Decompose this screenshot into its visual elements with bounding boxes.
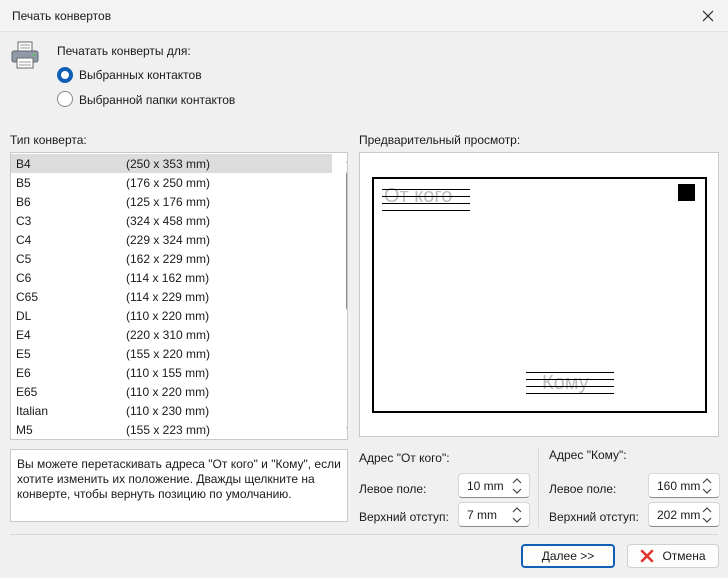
- radio-contacts-folder-indicator[interactable]: [57, 91, 73, 107]
- spin-arrows-icon[interactable]: [511, 477, 523, 495]
- from-left-value: 10 mm: [467, 479, 504, 493]
- list-item[interactable]: C4 (229 x 324 mm): [11, 230, 332, 249]
- scroll-down-icon[interactable]: [346, 427, 348, 433]
- from-left-label: Левое поле:: [359, 482, 427, 496]
- list-item[interactable]: E5 (155 x 220 mm): [11, 344, 332, 363]
- spin-arrows-icon[interactable]: [511, 506, 523, 524]
- window-title: Печать конвертов: [12, 9, 112, 23]
- from-left-stepper[interactable]: 10 mm: [458, 473, 530, 498]
- next-button-label: Далее >>: [541, 549, 595, 563]
- list-scrollbar[interactable]: [342, 153, 348, 439]
- print-for-label: Печатать конверты для:: [57, 44, 191, 58]
- preview-label: Предварительный просмотр:: [359, 133, 521, 147]
- radio-contacts-folder[interactable]: Выбранной папки контактов: [57, 91, 257, 109]
- list-item[interactable]: E6 (110 x 155 mm): [11, 363, 332, 382]
- list-item[interactable]: C5 (162 x 229 mm): [11, 249, 332, 268]
- list-item[interactable]: C3 (324 x 458 mm): [11, 211, 332, 230]
- from-address-label: Адрес "От кого":: [359, 451, 450, 465]
- list-item[interactable]: C6 (114 x 162 mm): [11, 268, 332, 287]
- close-button[interactable]: [688, 0, 728, 32]
- radio-contacts-folder-label: Выбранной папки контактов: [79, 93, 236, 107]
- list-item[interactable]: B4 (250 x 353 mm): [11, 154, 332, 173]
- list-item[interactable]: B5 (176 x 250 mm): [11, 173, 332, 192]
- list-item[interactable]: B6 (125 x 176 mm): [11, 192, 332, 211]
- envelope-shape[interactable]: От кого Кому: [372, 177, 707, 413]
- footer-divider: [10, 534, 718, 535]
- envelope-preview[interactable]: От кого Кому: [359, 152, 719, 437]
- list-item[interactable]: M5 (155 x 223 mm): [11, 420, 332, 439]
- spin-arrows-icon[interactable]: [701, 477, 713, 495]
- to-placeholder: Кому: [542, 372, 589, 394]
- list-item[interactable]: E4 (220 x 310 mm): [11, 325, 332, 344]
- list-item[interactable]: DL (110 x 220 mm): [11, 306, 332, 325]
- from-top-stepper[interactable]: 7 mm: [458, 502, 530, 527]
- from-top-label: Верхний отступ:: [359, 510, 449, 524]
- radio-selected-contacts[interactable]: Выбранных контактов: [57, 67, 257, 85]
- from-address-block[interactable]: От кого: [382, 183, 472, 213]
- radio-selected-contacts-indicator[interactable]: [57, 67, 73, 83]
- cancel-x-icon: [641, 549, 654, 563]
- scroll-up-icon[interactable]: [346, 157, 348, 163]
- printer-icon: [10, 40, 40, 70]
- hint-text: Вы можете перетаскивать адреса "От кого"…: [10, 449, 348, 522]
- list-item[interactable]: E65 (110 x 220 mm): [11, 382, 332, 401]
- to-left-label: Левое поле:: [549, 482, 617, 496]
- to-left-value: 160 mm: [657, 479, 701, 493]
- list-item[interactable]: Italian (110 x 230 mm): [11, 401, 332, 420]
- to-top-label: Верхний отступ:: [549, 510, 639, 524]
- spin-arrows-icon[interactable]: [701, 506, 713, 524]
- to-address-block[interactable]: Кому: [526, 369, 616, 399]
- divider: [538, 447, 539, 527]
- envelope-type-label: Тип конверта:: [10, 133, 87, 147]
- envelope-type-list[interactable]: B4 (250 x 353 mm) B5 (176 x 250 mm) B6 (125…: [10, 152, 348, 440]
- cancel-button-label: Отмена: [662, 549, 706, 563]
- to-top-stepper[interactable]: 202 mm: [648, 502, 720, 527]
- to-left-stepper[interactable]: 160 mm: [648, 473, 720, 498]
- close-icon: [702, 10, 714, 22]
- stamp-icon: [678, 184, 695, 201]
- radio-selected-contacts-label: Выбранных контактов: [79, 68, 202, 82]
- list-item[interactable]: C65 (114 x 229 mm): [11, 287, 332, 306]
- to-address-label: Адрес "Кому":: [549, 448, 627, 462]
- cancel-button[interactable]: Отмена: [627, 544, 719, 568]
- from-top-value: 7 mm: [467, 508, 497, 522]
- scrollbar-thumb[interactable]: [346, 171, 347, 311]
- next-button[interactable]: Далее >>: [521, 544, 615, 568]
- to-top-value: 202 mm: [657, 508, 701, 522]
